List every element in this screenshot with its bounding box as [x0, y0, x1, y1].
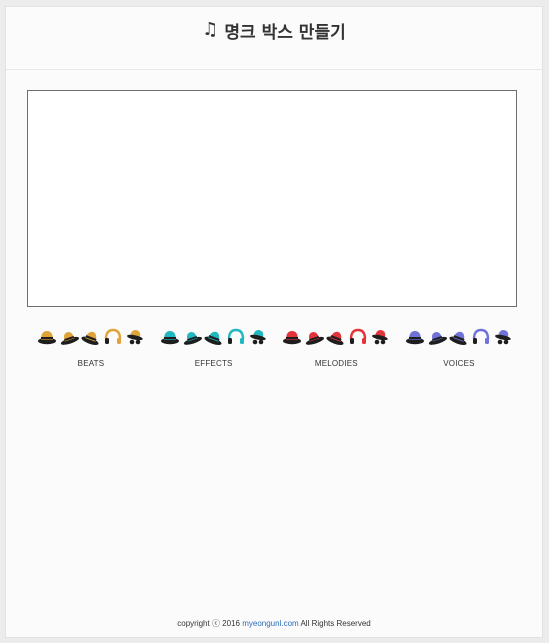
group-melodies: MELODIES: [278, 325, 394, 375]
hat-icon[interactable]: [226, 327, 246, 347]
group-label-melodies: MELODIES: [314, 359, 358, 368]
footer-suffix: All Rights Reserved: [300, 619, 371, 628]
footer-link[interactable]: myeongunl.com: [242, 619, 298, 628]
hat-icon[interactable]: [471, 327, 491, 347]
hat-icon[interactable]: [81, 327, 101, 347]
hats-row: [278, 325, 394, 349]
mix-stage[interactable]: [27, 90, 517, 307]
hat-icon[interactable]: [204, 327, 224, 347]
hat-icon[interactable]: [59, 327, 79, 347]
hat-icon[interactable]: [160, 327, 180, 347]
group-label-beats: BEATS: [77, 359, 105, 368]
page-title: ♫ 명크 박스 만들기: [202, 18, 345, 43]
hat-icon[interactable]: [103, 327, 123, 347]
hats-row: [156, 325, 272, 349]
hat-icon[interactable]: [493, 327, 513, 347]
header: ♫ 명크 박스 만들기: [6, 7, 542, 70]
hat-icon[interactable]: [182, 327, 202, 347]
hat-icon[interactable]: [370, 327, 390, 347]
group-label-effects: EFFECTS: [194, 359, 233, 368]
hat-icon[interactable]: [282, 327, 302, 347]
group-beats: BEATS: [33, 325, 149, 375]
page-title-text: 명크 박스 만들기: [224, 22, 346, 43]
footer-prefix: copyright ⓒ 2016: [177, 619, 240, 628]
footer: copyright ⓒ 2016 myeongunl.com All Right…: [6, 618, 542, 629]
hat-icon[interactable]: [405, 327, 425, 347]
hat-icon[interactable]: [248, 327, 268, 347]
hat-icon[interactable]: [326, 327, 346, 347]
group-label-voices: VOICES: [443, 359, 475, 368]
hats-row: [401, 325, 517, 349]
group-voices: VOICES: [401, 325, 517, 375]
hat-icon[interactable]: [125, 327, 145, 347]
hats-row: [33, 325, 149, 349]
hat-icon[interactable]: [37, 327, 57, 347]
hat-icon[interactable]: [348, 327, 368, 347]
sound-groups: BEATS EFFECTS MELODIES VOICES: [33, 325, 517, 375]
group-effects: EFFECTS: [156, 325, 272, 375]
hat-icon[interactable]: [304, 327, 325, 347]
hat-icon[interactable]: [449, 327, 469, 347]
hat-icon[interactable]: [427, 327, 447, 347]
music-note-icon: ♫: [202, 19, 219, 40]
app-card: ♫ 명크 박스 만들기 BEATS EFFECTS MELODIES VOICE…: [5, 6, 543, 638]
